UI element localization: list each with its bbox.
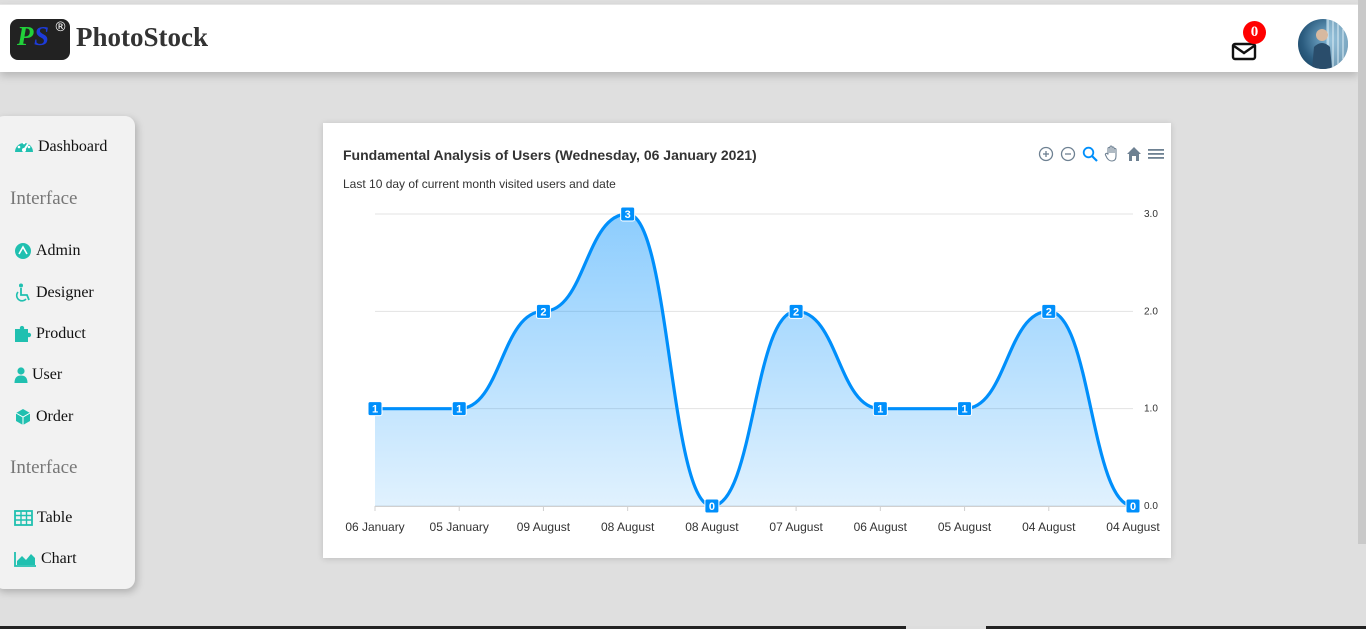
y-tick-label: 3.0 — [1144, 209, 1158, 220]
table-icon — [14, 510, 33, 526]
top-navbar: P S ® PhotoStock 0 — [0, 4, 1358, 72]
logo-registered-mark: ® — [54, 20, 67, 35]
area-chart-icon — [14, 552, 36, 567]
x-tick-label: 05 January — [430, 520, 489, 534]
x-tick-label: 07 August — [769, 520, 823, 534]
data-label: 1 — [877, 404, 883, 416]
sidebar-item-table[interactable]: Table — [14, 509, 72, 527]
logo-letter-s: S — [34, 21, 50, 51]
sidebar-item-dashboard[interactable]: Dashboard — [14, 138, 107, 156]
brand-name[interactable]: PhotoStock — [76, 22, 208, 53]
data-label: 0 — [1130, 501, 1136, 513]
sidebar-item-label: User — [32, 366, 63, 383]
puzzle-icon — [15, 325, 32, 342]
sidebar-item-label: Order — [36, 408, 74, 425]
y-tick-label: 0.0 — [1144, 501, 1158, 512]
y-tick-label: 1.0 — [1144, 404, 1158, 415]
sidebar-item-label: Admin — [36, 242, 81, 259]
series-area — [375, 214, 1133, 506]
sidebar-item-chart[interactable]: Chart — [14, 550, 77, 568]
sidebar-item-label: Dashboard — [38, 138, 108, 155]
sidebar-item-product[interactable]: Product — [14, 325, 86, 343]
logo[interactable]: P S ® — [10, 19, 70, 60]
mail-count-badge: 0 — [1243, 21, 1266, 44]
wheelchair-icon — [15, 283, 30, 302]
sidebar-item-order[interactable]: Order — [14, 408, 73, 426]
x-tick-label: 09 August — [517, 520, 571, 534]
area-chart: 0.0 1.0 2.0 3.0 06 January 05 January 09 Augus… — [345, 206, 1160, 534]
gauge-icon — [15, 141, 33, 152]
sidebar-item-label: Chart — [41, 550, 77, 567]
x-tick-label: 06 August — [854, 520, 908, 534]
sidebar-item-label: Product — [36, 325, 86, 342]
data-label: 2 — [1046, 306, 1052, 318]
data-label: 3 — [625, 209, 631, 221]
sidebar-item-user[interactable]: User — [14, 366, 62, 384]
data-label: 1 — [372, 404, 378, 416]
sidebar-item-admin[interactable]: Admin — [14, 242, 80, 260]
sidebar-section-heading: Interface — [10, 457, 78, 478]
y-tick-label: 2.0 — [1144, 306, 1158, 317]
chart-card: Fundamental Analysis of Users (Wednesday… — [323, 123, 1171, 558]
data-label: 0 — [709, 501, 715, 513]
logo-letter-p: P — [17, 21, 34, 51]
sidebar-item-designer[interactable]: Designer — [14, 283, 94, 303]
x-tick-label: 06 January — [345, 520, 404, 534]
data-label: 1 — [456, 404, 462, 416]
sidebar-item-label: Designer — [36, 284, 94, 301]
sidebar: Dashboard Interface Admin Designer Produ… — [0, 116, 135, 589]
avatar[interactable] — [1298, 19, 1348, 69]
x-tick-label: 08 August — [601, 520, 655, 534]
data-label: 2 — [793, 306, 799, 318]
x-tick-label: 05 August — [938, 520, 992, 534]
data-label: 1 — [961, 404, 967, 416]
admin-icon — [15, 243, 31, 259]
x-tick-label: 08 August — [685, 520, 739, 534]
x-tick-label: 04 August — [1022, 520, 1076, 534]
sidebar-item-label: Table — [37, 509, 73, 526]
page-scrollbar[interactable] — [1358, 0, 1366, 544]
x-tick-label: 04 August — [1106, 520, 1160, 534]
data-label: 2 — [540, 306, 546, 318]
user-icon — [14, 367, 28, 383]
sidebar-section-heading: Interface — [10, 188, 78, 209]
cube-icon — [15, 409, 31, 425]
